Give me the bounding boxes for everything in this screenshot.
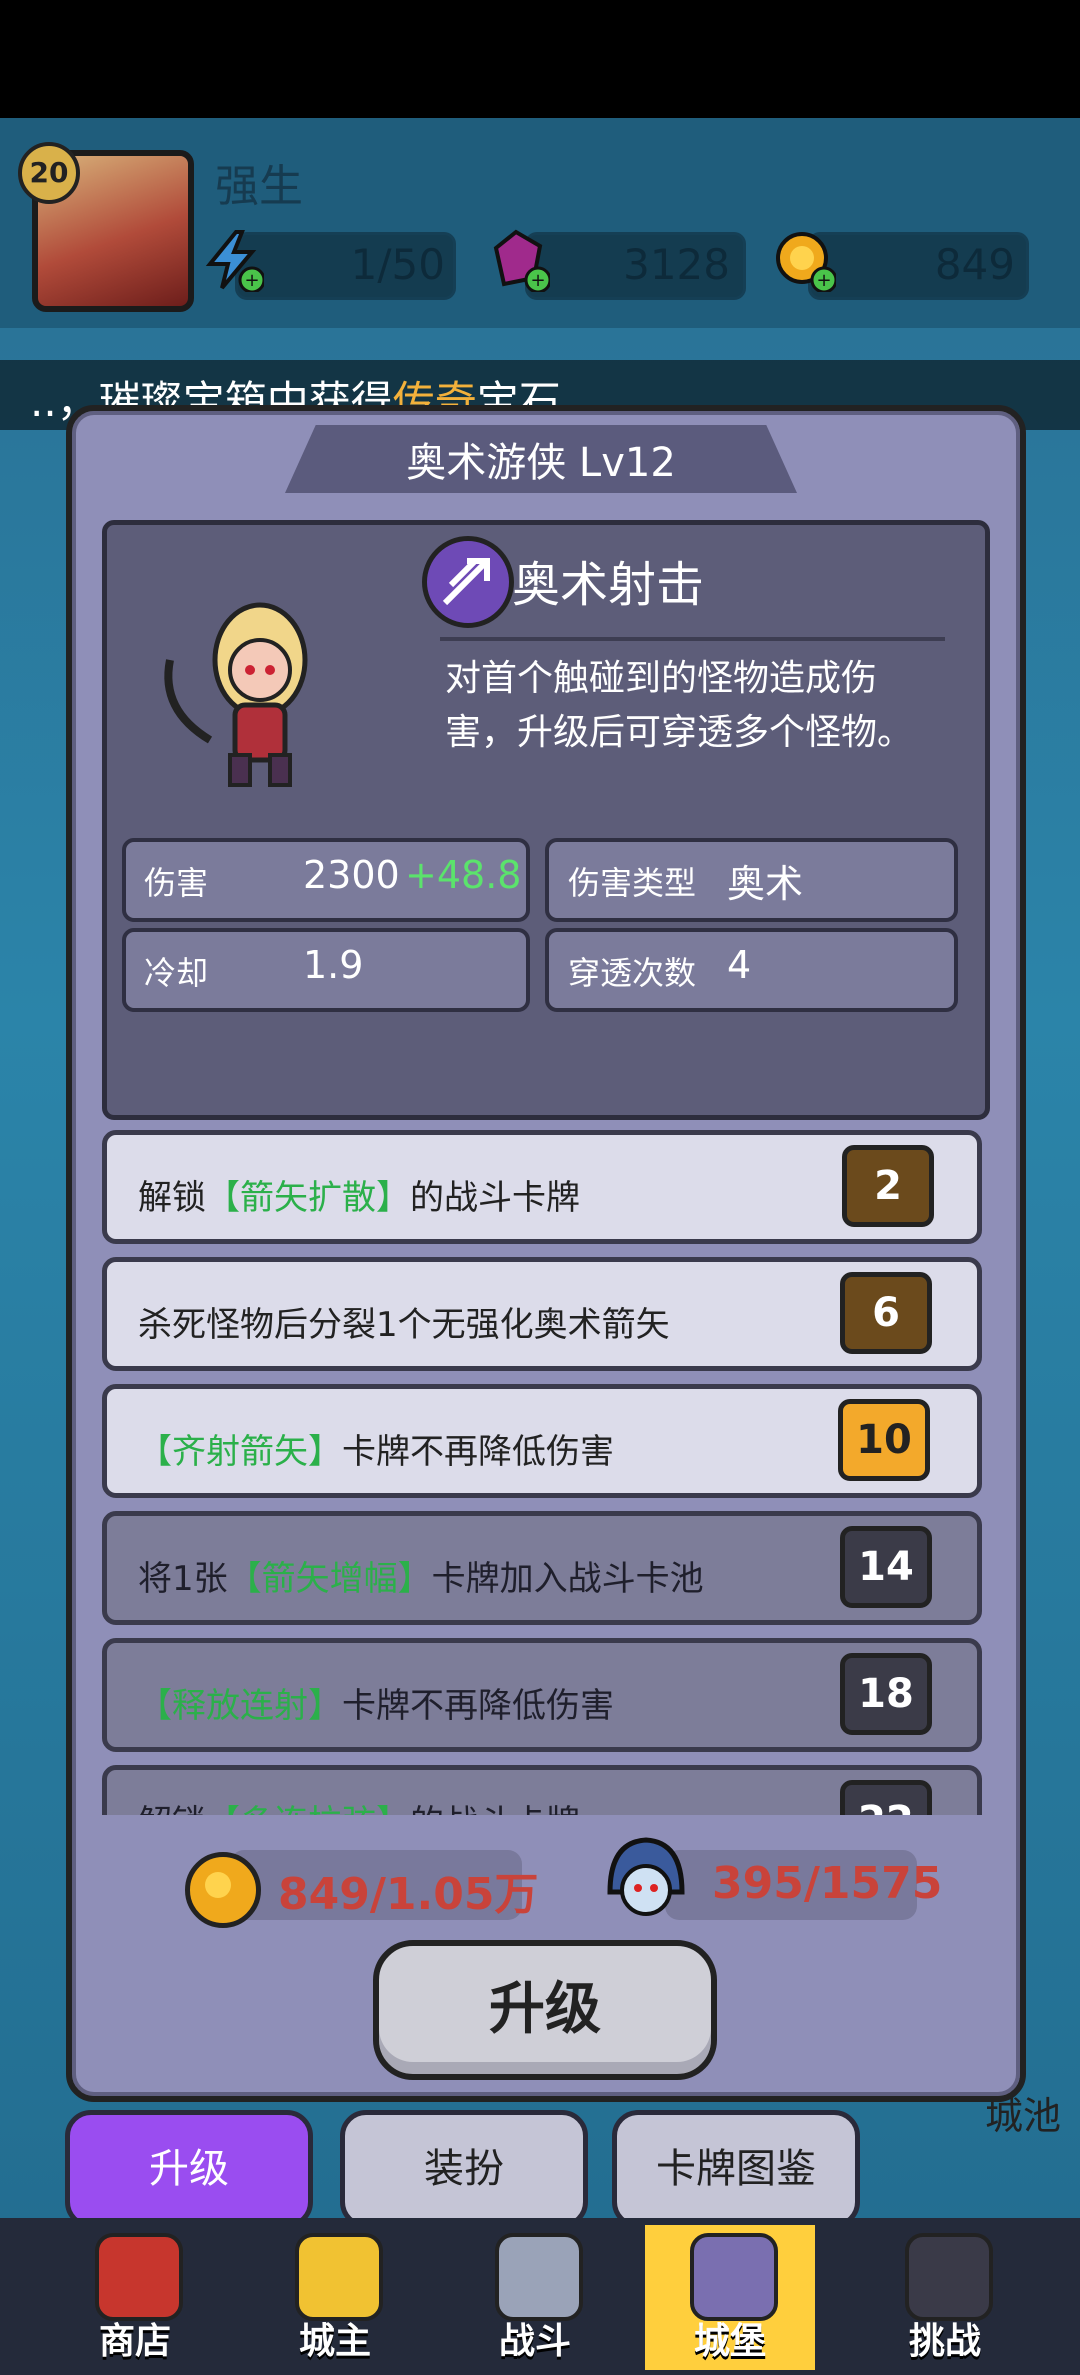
upgrade-row-clipped: 解锁【多连拉弦】的战斗卡牌 22	[102, 1765, 982, 1815]
skill-description: 对首个触碰到的怪物造成伤害，升级后可穿透多个怪物。	[445, 658, 914, 753]
nav-lord[interactable]: 城主	[250, 2225, 420, 2370]
castle-icon	[690, 2233, 778, 2321]
svg-text:+: +	[530, 270, 545, 291]
unlock-level-badge: 6	[840, 1272, 932, 1354]
tab-outfit[interactable]: 装扮	[340, 2110, 588, 2228]
gold-coin-icon: +	[772, 228, 838, 294]
upgrade-row-text: 解锁【箭矢扩散】的战斗卡牌	[138, 1178, 580, 1218]
nav-battle[interactable]: 战斗	[450, 2225, 620, 2370]
upgrade-row-text: 【释放连射】卡牌不再降低伤害	[138, 1686, 614, 1726]
shop-icon	[95, 2233, 183, 2321]
player-level-badge: 20	[18, 142, 80, 204]
shard-cost-value: 395/1575	[712, 1858, 943, 1909]
status-bar	[0, 0, 1080, 118]
upgrade-row-text: 将1张【箭矢增幅】卡牌加入战斗卡池	[138, 1559, 704, 1599]
stat-damage-value: 2300	[303, 853, 400, 897]
nav-challenge[interactable]: 挑战	[860, 2225, 1030, 2370]
gold-coin-icon	[185, 1852, 261, 1928]
unlock-level-badge: 18	[840, 1653, 932, 1735]
hero-portrait	[150, 590, 350, 790]
arcane-shot-icon	[422, 536, 514, 628]
unlock-level-badge: 14	[840, 1526, 932, 1608]
tab-upgrade[interactable]: 升级	[65, 2110, 313, 2228]
divider	[440, 637, 945, 641]
upgrade-row-text: 解锁【多连拉弦】的战斗卡牌	[138, 1795, 580, 1815]
nav-shop[interactable]: 商店	[50, 2225, 220, 2370]
unlock-level-badge: 2	[842, 1145, 934, 1227]
stat-damage-type-label: 伤害类型	[568, 864, 697, 902]
player-name: 强生	[215, 161, 303, 212]
svg-text:+: +	[244, 270, 259, 291]
stat-damage-bonus: +48.8	[405, 853, 522, 897]
stat-damage-type-value: 奥术	[727, 862, 804, 906]
nav-castle[interactable]: 城堡	[645, 2225, 815, 2370]
stat-damage-label: 伤害	[144, 864, 209, 902]
skull-icon	[905, 2233, 993, 2321]
skill-name: 奥术射击	[512, 557, 705, 613]
upgrade-row-text: 【齐射箭矢】卡牌不再降低伤害	[138, 1432, 614, 1472]
crossed-swords-icon	[495, 2233, 583, 2321]
gold-cost-value: 849/1.05万	[278, 1869, 539, 1920]
gem-value: 3128	[623, 240, 730, 289]
stat-cooldown-value: 1.9	[303, 943, 364, 987]
unlock-level-badge: 10	[838, 1399, 930, 1481]
energy-value: 1/50	[350, 240, 445, 289]
tab-card-collection[interactable]: 卡牌图鉴	[612, 2110, 860, 2228]
upgrade-button[interactable]: 升级	[373, 1940, 717, 2080]
crown-icon	[295, 2233, 383, 2321]
hero-shard-icon	[600, 1832, 692, 1932]
stat-pierce-value: 4	[727, 943, 752, 987]
energy-icon: +	[200, 228, 266, 294]
stat-pierce-label: 穿透次数	[568, 954, 697, 992]
upgrade-row-text: 杀死怪物后分裂1个无强化奥术箭矢	[138, 1305, 670, 1345]
stat-cooldown-label: 冷却	[144, 954, 209, 992]
gem-icon: +	[486, 228, 552, 294]
dialog-title: 奥术游侠 Lv12	[406, 440, 676, 486]
castle-tab-label[interactable]: 城池	[985, 2085, 1061, 2140]
svg-text:+: +	[816, 270, 831, 291]
unlock-level-badge: 22	[840, 1780, 932, 1815]
gold-value: 849	[934, 240, 1015, 289]
